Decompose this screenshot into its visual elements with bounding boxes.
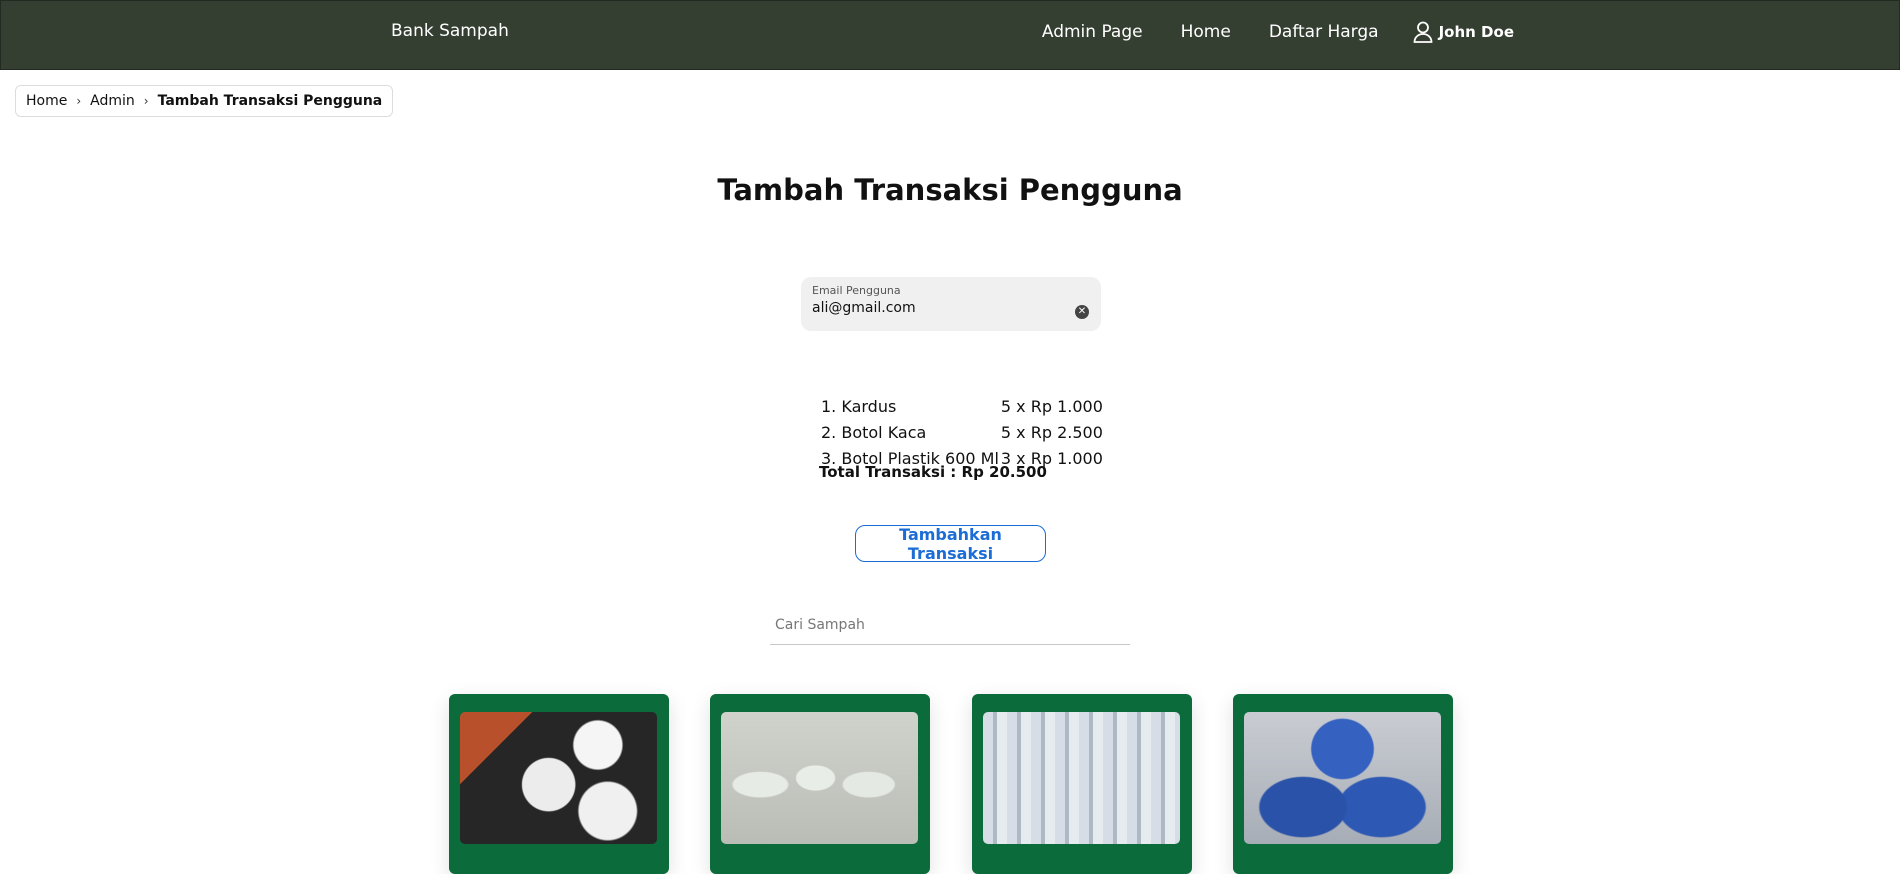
breadcrumb-current: Tambah Transaksi Pengguna [157,93,383,109]
nav-link-home[interactable]: Home [1181,22,1231,42]
chevron-right-icon: › [143,94,149,108]
breadcrumb: Home › Admin › Tambah Transaksi Pengguna [15,85,394,117]
breadcrumb-home[interactable]: Home [26,93,67,109]
item-name: 2. Botol Kaca [821,422,927,442]
transaction-total: Total Transaksi : Rp 20.500 [819,463,1047,481]
item-name: 1. Kardus [821,396,897,416]
nav-link-admin-page[interactable]: Admin Page [1042,22,1143,42]
list-item: 2. Botol Kaca 5 x Rp 2.500 [821,420,1103,444]
breadcrumb-admin[interactable]: Admin [90,93,135,109]
add-transaction-button[interactable]: Tambahkan Transaksi [855,525,1046,563]
email-field-label: Email Pengguna [812,284,901,297]
waste-card-styrofoam[interactable] [449,694,669,874]
chevron-right-icon: › [76,94,82,108]
email-field[interactable]: Email Pengguna ali@gmail.com ✕ [801,277,1101,331]
waste-image-plastic-bottle [983,712,1180,844]
page-title: Tambah Transaksi Pengguna [717,173,1183,207]
item-qty-price: 5 x Rp 1.000 [1000,396,1103,416]
transaction-items: 1. Kardus 5 x Rp 1.000 2. Botol Kaca 5 x… [819,392,1105,472]
waste-card-glass-bottle[interactable] [710,694,930,874]
waste-card-plastic-bottle[interactable] [972,694,1192,874]
waste-image-bucket [1244,712,1441,844]
clear-icon[interactable]: ✕ [1075,305,1089,319]
email-field-value[interactable]: ali@gmail.com [812,300,1090,316]
nav-link-daftar-harga[interactable]: Daftar Harga [1269,22,1379,42]
list-item: 1. Kardus 5 x Rp 1.000 [821,394,1103,418]
search-input[interactable] [770,605,1130,644]
search-field [770,605,1130,645]
user-menu[interactable]: John Doe [1413,21,1514,43]
brand-link[interactable]: Bank Sampah [391,21,509,41]
nav-links: Admin Page Home Daftar Harga John Doe [1042,21,1514,43]
user-name: John Doe [1438,23,1514,41]
navbar: Bank Sampah Admin Page Home Daftar Harga… [0,0,1900,70]
waste-image-glass-bottle [721,712,918,844]
waste-image-styrofoam [460,712,657,844]
user-icon [1413,21,1432,43]
waste-card-bucket[interactable] [1233,694,1453,874]
item-qty-price: 5 x Rp 2.500 [1000,422,1103,442]
